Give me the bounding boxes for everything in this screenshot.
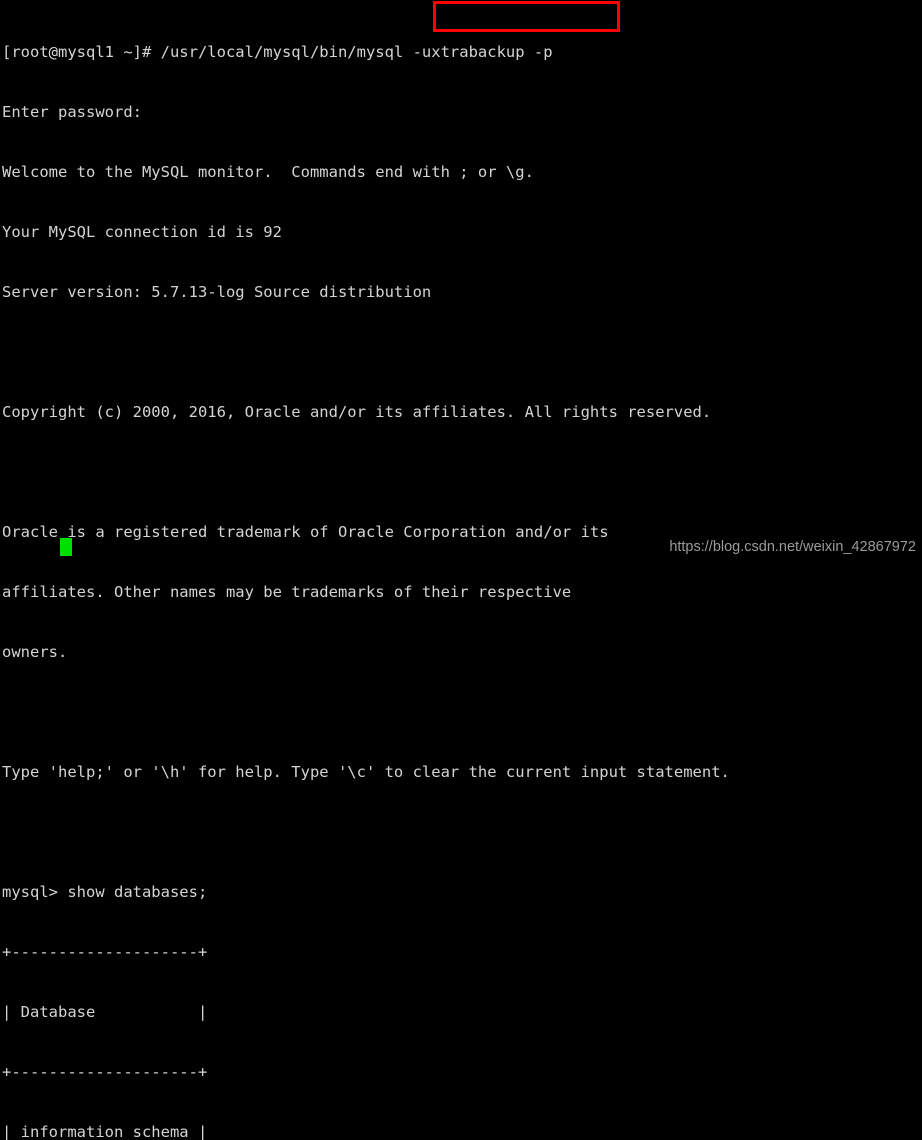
table-border-top: +--------------------+ bbox=[2, 943, 208, 961]
terminal-line-blank-1 bbox=[2, 342, 922, 362]
terminal-line-command-prompt: [root@mysql1 ~]# /usr/local/mysql/bin/my… bbox=[2, 43, 553, 61]
terminal-line-copyright: Copyright (c) 2000, 2016, Oracle and/or … bbox=[2, 403, 712, 421]
terminal-output-area[interactable]: [root@mysql1 ~]# /usr/local/mysql/bin/my… bbox=[0, 0, 922, 1140]
terminal-line-password-prompt: Enter password: bbox=[2, 103, 142, 121]
terminal-line-blank-4 bbox=[2, 822, 922, 842]
watermark-url: https://blog.csdn.net/weixin_42867972 bbox=[669, 539, 916, 555]
text-cursor bbox=[60, 538, 72, 556]
table-row: | information_schema | bbox=[2, 1123, 208, 1140]
table-header-row: | Database | bbox=[2, 1003, 208, 1021]
terminal-line-connection-id: Your MySQL connection id is 92 bbox=[2, 223, 282, 241]
terminal-line-trademark-3: owners. bbox=[2, 643, 68, 661]
terminal-line-server-version: Server version: 5.7.13-log Source distri… bbox=[2, 283, 432, 301]
table-border-header: +--------------------+ bbox=[2, 1063, 208, 1081]
terminal-line-blank-2 bbox=[2, 462, 922, 482]
terminal-line-blank-3 bbox=[2, 702, 922, 722]
terminal-line-welcome: Welcome to the MySQL monitor. Commands e… bbox=[2, 163, 534, 181]
terminal-line-trademark-2: affiliates. Other names may be trademark… bbox=[2, 583, 572, 601]
terminal-line-help-hint: Type 'help;' or '\h' for help. Type '\c'… bbox=[2, 763, 730, 781]
terminal-line-show-databases-command: mysql> show databases; bbox=[2, 883, 208, 901]
